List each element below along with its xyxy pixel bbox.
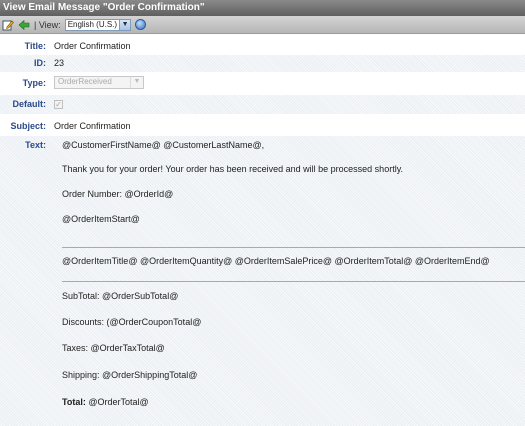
taxes-line: Taxes: @OrderTaxTotal@ <box>62 343 165 353</box>
subject-label: Subject: <box>10 121 46 131</box>
type-row: Type: OrderReceived ▼ <box>0 73 525 93</box>
language-value: English (U.S.) <box>67 20 118 29</box>
title-value: Order Confirmation <box>54 41 131 51</box>
subject-value: Order Confirmation <box>54 121 131 131</box>
greeting-line: @CustomerFirstName@ @CustomerLastName@, <box>62 140 265 150</box>
chevron-down-icon[interactable]: ▼ <box>119 19 131 30</box>
id-row: ID: 23 <box>0 55 525 72</box>
back-arrow-icon[interactable] <box>18 19 30 31</box>
subtotal-line: SubTotal: @OrderSubTotal@ <box>62 291 179 301</box>
divider <box>62 247 525 248</box>
id-value: 23 <box>54 58 65 68</box>
id-label: ID: <box>34 58 46 68</box>
type-label: Type: <box>22 78 46 88</box>
window-title: View Email Message "Order Confirmation" <box>0 0 525 16</box>
title-row: Title: Order Confirmation <box>0 39 525 54</box>
view-label: | View: <box>34 19 61 30</box>
divider <box>62 281 525 282</box>
language-select[interactable]: English (U.S.) ▼ <box>64 18 132 31</box>
text-label: Text: <box>25 140 46 150</box>
type-value: OrderReceived <box>58 77 112 86</box>
title-label: Title: <box>24 41 46 51</box>
shipping-line: Shipping: @OrderShippingTotal@ <box>62 370 198 380</box>
type-select[interactable]: OrderReceived ▼ <box>54 75 144 89</box>
total-value: @OrderTotal@ <box>85 397 149 407</box>
chevron-down-icon[interactable]: ▼ <box>130 76 143 88</box>
subject-row: Subject: Order Confirmation <box>0 116 525 136</box>
total-label: Total: <box>62 397 86 407</box>
item-line: @OrderItemTitle@ @OrderItemQuantity@ @Or… <box>62 256 490 266</box>
discounts-line: Discounts: (@OrderCouponTotal@ <box>62 317 202 327</box>
order-number-line: Order Number: @OrderId@ <box>62 189 174 199</box>
default-label: Default: <box>12 99 47 109</box>
default-checkbox[interactable]: ✓ <box>54 100 63 109</box>
default-row: Default: ✓ <box>0 95 525 114</box>
email-message-form: Title: Order Confirmation ID: 23 Type: O… <box>0 35 525 426</box>
thanks-line: Thank you for your order! Your order has… <box>62 164 404 174</box>
text-body: Text: @CustomerFirstName@ @CustomerLastN… <box>0 136 525 426</box>
item-start-line: @OrderItemStart@ <box>62 214 140 224</box>
toolbar: | View: English (U.S.) ▼ <box>0 16 525 34</box>
edit-icon[interactable] <box>2 19 14 31</box>
globe-icon[interactable] <box>135 19 147 30</box>
total-line: Total: @OrderTotal@ <box>62 397 149 407</box>
